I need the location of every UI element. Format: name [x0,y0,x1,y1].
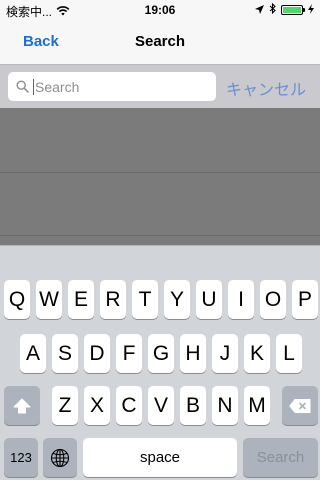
key-d[interactable]: D [84,334,110,373]
key-e[interactable]: E [68,280,94,319]
cancel-button[interactable]: キャンセル [226,76,306,100]
battery-level [283,7,301,13]
shift-key[interactable] [4,386,40,425]
key-k[interactable]: K [244,334,270,373]
key-y[interactable]: Y [164,280,190,319]
search-key[interactable]: Search [243,438,318,477]
search-icon [8,80,29,93]
globe-icon [50,448,70,467]
key-q[interactable]: Q [4,280,30,319]
globe-key[interactable] [43,438,77,477]
status-right [255,2,314,17]
search-input[interactable] [33,78,205,95]
search-bar: キャンセル [0,64,320,108]
delete-key[interactable] [282,386,318,425]
status-bar: 検索中... 19:06 [0,0,320,20]
key-p[interactable]: P [292,280,318,319]
key-w[interactable]: W [36,280,62,319]
key-m[interactable]: M [244,386,270,425]
charging-bolt-icon [308,3,314,17]
key-r[interactable]: R [100,280,126,319]
dimmed-results-overlay[interactable] [0,108,320,245]
key-i[interactable]: I [228,280,254,319]
space-key[interactable]: space [83,438,237,477]
key-l[interactable]: L [276,334,302,373]
location-arrow-icon [255,3,264,17]
results-divider [0,235,320,236]
navigation-bar: Back Search [0,20,320,64]
key-h[interactable]: H [180,334,206,373]
key-c[interactable]: C [116,386,142,425]
keyboard: Q W E R T Y U I O P A S D F G H J K L Z … [0,245,320,480]
delete-backspace-icon [289,398,311,413]
key-b[interactable]: B [180,386,206,425]
key-u[interactable]: U [196,280,222,319]
bluetooth-icon [269,2,276,17]
shift-icon [13,398,31,413]
key-x[interactable]: X [84,386,110,425]
key-g[interactable]: G [148,334,174,373]
key-s[interactable]: S [52,334,78,373]
key-j[interactable]: J [212,334,238,373]
page-title: Search [134,33,186,50]
results-divider [0,172,320,173]
key-t[interactable]: T [132,280,158,319]
key-o[interactable]: O [260,280,286,319]
battery-charging-icon [281,5,305,15]
key-f[interactable]: F [116,334,142,373]
key-a[interactable]: A [20,334,46,373]
key-z[interactable]: Z [52,386,78,425]
key-v[interactable]: V [148,386,174,425]
numbers-key[interactable]: 123 [4,438,38,477]
key-n[interactable]: N [212,386,238,425]
search-field[interactable] [8,72,216,101]
